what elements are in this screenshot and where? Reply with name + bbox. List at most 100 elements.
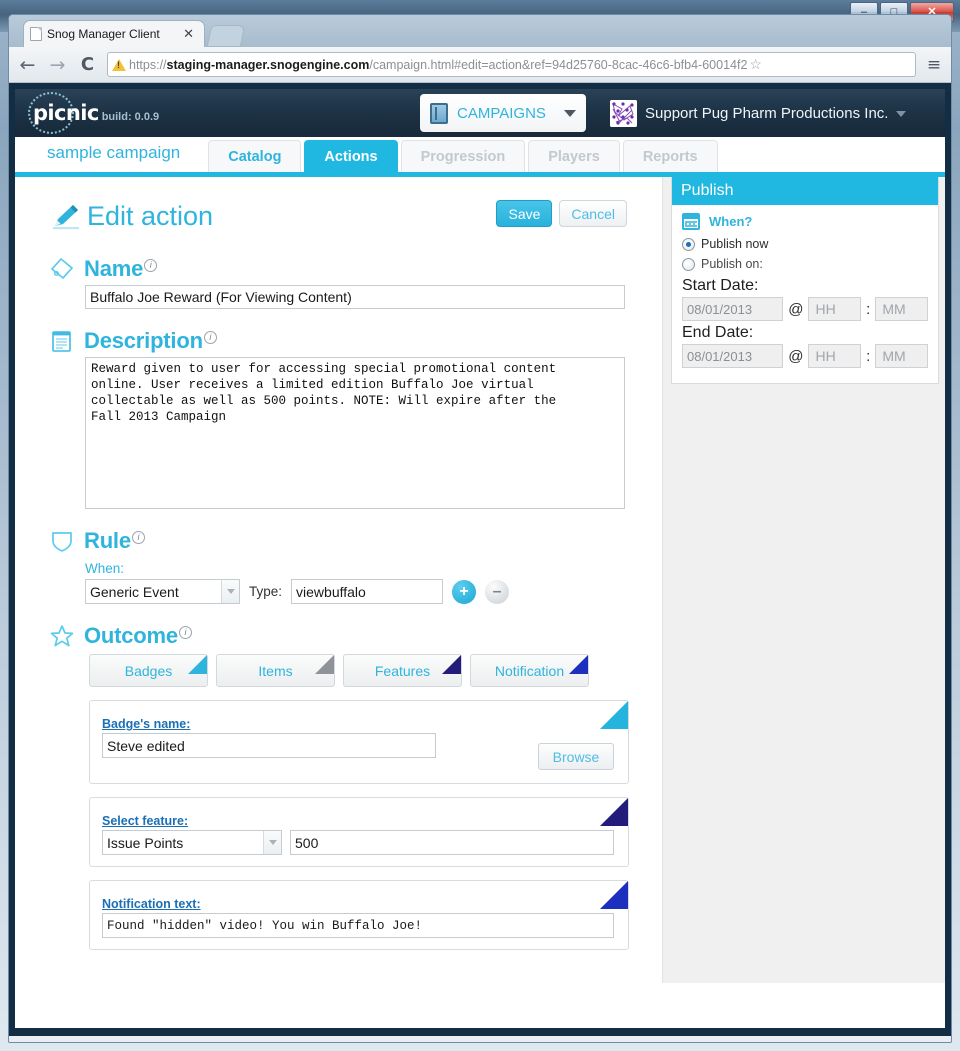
remove-rule-button[interactable]: – xyxy=(485,579,510,604)
feature-chevron-down-icon[interactable] xyxy=(263,831,281,854)
name-title-text: Name xyxy=(84,256,144,281)
rule-section-title: Rule i xyxy=(84,528,145,554)
account-menu[interactable]: Support Pug Pharm Productions Inc. xyxy=(610,100,907,127)
feature-outcome-panel: Select feature: Issue Points 500 xyxy=(89,797,629,867)
address-bar[interactable]: https://staging-manager.snogengine.com/c… xyxy=(107,52,916,77)
outcome-tab-items-label: Items xyxy=(258,662,293,679)
page-content: Publish When? Publish now Publish on: St… xyxy=(15,177,945,983)
tab-actions[interactable]: Actions xyxy=(304,140,398,172)
notification-text-label: Notification text: xyxy=(102,897,201,911)
outcome-section-header: Outcome i xyxy=(49,623,662,649)
start-minute-field[interactable]: MM xyxy=(875,297,928,321)
tab-close-icon[interactable]: ✕ xyxy=(179,26,198,42)
info-icon[interactable]: i xyxy=(203,330,217,344)
right-sidebar: Publish When? Publish now Publish on: St… xyxy=(662,177,945,983)
campaigns-dropdown[interactable]: CAMPAIGNS xyxy=(420,94,586,132)
save-button[interactable]: Save xyxy=(496,200,553,227)
shield-icon xyxy=(49,528,75,554)
tab-players[interactable]: Players xyxy=(528,140,620,172)
browser-tabstrip: Snog Manager Client ✕ xyxy=(9,15,951,47)
rule-title-text: Rule xyxy=(84,528,131,553)
tab-progression[interactable]: Progression xyxy=(400,140,526,172)
notification-text-input[interactable]: Found "hidden" video! You win Buffalo Jo… xyxy=(102,913,614,938)
corner-triangle-icon xyxy=(188,655,207,674)
nav-tabs: Catalog Actions Progression Players Repo… xyxy=(208,140,718,172)
rule-section-header: Rule i xyxy=(49,528,662,554)
publish-panel-title: Publish xyxy=(672,177,938,205)
publish-on-label: Publish on: xyxy=(701,257,763,271)
os-window: – □ ✕ Snog Manager Client ✕ ← → C https:… xyxy=(0,0,960,1051)
start-date-field[interactable]: 08/01/2013 xyxy=(682,297,784,321)
browse-button[interactable]: Browse xyxy=(538,743,614,770)
tag-icon xyxy=(49,256,75,282)
outcome-tab-items[interactable]: Items xyxy=(216,654,335,687)
corner-triangle-icon xyxy=(600,881,628,909)
app-header: picnic build: 0.0.9 CAMPAIGNS Support Pu… xyxy=(15,89,945,137)
browser-toolbar: ← → C https://staging-manager.snogengine… xyxy=(9,47,951,83)
start-date-row: 08/01/2013 @ HH : MM xyxy=(682,297,928,321)
hamburger-menu-icon[interactable]: ≡ xyxy=(925,55,943,75)
feature-value-input[interactable]: 500 xyxy=(290,830,614,855)
publish-when-row: When? xyxy=(682,213,928,230)
end-at-sign: @ xyxy=(788,347,804,365)
corner-triangle-icon xyxy=(569,655,588,674)
name-section-header: Name i xyxy=(49,256,662,282)
publish-on-radio[interactable] xyxy=(682,257,695,271)
campaign-navigation: sample campaign Catalog Actions Progress… xyxy=(15,137,945,177)
tab-reports[interactable]: Reports xyxy=(622,140,718,172)
start-hour-field[interactable]: HH xyxy=(808,297,862,321)
badge-name-input[interactable]: Steve edited xyxy=(102,733,436,758)
notification-row: Found "hidden" video! You win Buffalo Jo… xyxy=(102,913,614,938)
start-date-label: Start Date: xyxy=(682,277,759,294)
start-date-value: 08/01/2013 xyxy=(687,301,753,317)
forward-icon[interactable]: → xyxy=(47,54,68,76)
build-version: build: 0.0.9 xyxy=(101,111,160,123)
cancel-button[interactable]: Cancel xyxy=(559,200,627,227)
event-type-chevron-down-icon[interactable] xyxy=(221,580,239,603)
warning-lock-icon xyxy=(112,58,126,71)
info-icon[interactable]: i xyxy=(178,625,192,639)
description-title-text: Description xyxy=(84,328,203,353)
name-input[interactable]: Buffalo Joe Reward (For Viewing Content) xyxy=(85,285,625,309)
campaigns-label: CAMPAIGNS xyxy=(457,104,546,122)
description-textarea[interactable]: Reward given to user for accessing speci… xyxy=(85,357,625,509)
info-icon[interactable]: i xyxy=(131,530,145,544)
description-section-header: Description i xyxy=(49,328,662,354)
reload-icon[interactable]: C xyxy=(77,54,98,75)
outcome-tab-badges[interactable]: Badges xyxy=(89,654,208,687)
chevron-down-icon xyxy=(564,109,576,117)
outcome-tab-notification[interactable]: Notification xyxy=(470,654,589,687)
bookmark-star-icon[interactable]: ☆ xyxy=(749,56,762,73)
select-feature-label: Select feature: xyxy=(102,814,189,828)
end-date-label: End Date: xyxy=(682,324,754,341)
feature-select[interactable]: Issue Points xyxy=(102,830,282,855)
outcome-tab-features[interactable]: Features xyxy=(343,654,462,687)
url-scheme: https:// xyxy=(129,57,167,72)
tab-catalog[interactable]: Catalog xyxy=(208,140,302,172)
end-minute-field[interactable]: MM xyxy=(875,344,928,368)
campaign-name: sample campaign xyxy=(47,143,181,162)
description-section: Description i Reward given to user for ac… xyxy=(49,328,662,509)
publish-now-radio[interactable] xyxy=(682,237,695,251)
rule-row: Generic Event Type: viewbuffalo + – xyxy=(85,579,662,604)
type-input[interactable]: viewbuffalo xyxy=(291,579,444,604)
end-date-field[interactable]: 08/01/2013 xyxy=(682,344,784,368)
publish-on-option[interactable]: Publish on: xyxy=(682,257,928,271)
back-icon[interactable]: ← xyxy=(17,54,38,76)
new-tab-button[interactable] xyxy=(206,25,246,47)
publish-now-option[interactable]: Publish now xyxy=(682,237,928,251)
event-type-select[interactable]: Generic Event xyxy=(85,579,240,604)
add-rule-button[interactable]: + xyxy=(452,579,477,604)
end-colon: : xyxy=(866,347,871,365)
name-section: Name i Buffalo Joe Reward (For Viewing Co… xyxy=(49,256,662,309)
notification-outcome-panel: Notification text: Found "hidden" video!… xyxy=(89,880,629,950)
info-icon[interactable]: i xyxy=(144,258,158,272)
form-actions: Save Cancel xyxy=(496,200,627,227)
feature-select-value: Issue Points xyxy=(107,834,184,851)
corner-triangle-icon xyxy=(442,655,461,674)
publish-when-label: When? xyxy=(709,214,753,229)
end-hour-field[interactable]: HH xyxy=(808,344,862,368)
rule-when-label: When: xyxy=(85,561,125,576)
browser-tab[interactable]: Snog Manager Client ✕ xyxy=(23,20,205,47)
picnic-logo: picnic build: 0.0.9 xyxy=(28,92,160,134)
